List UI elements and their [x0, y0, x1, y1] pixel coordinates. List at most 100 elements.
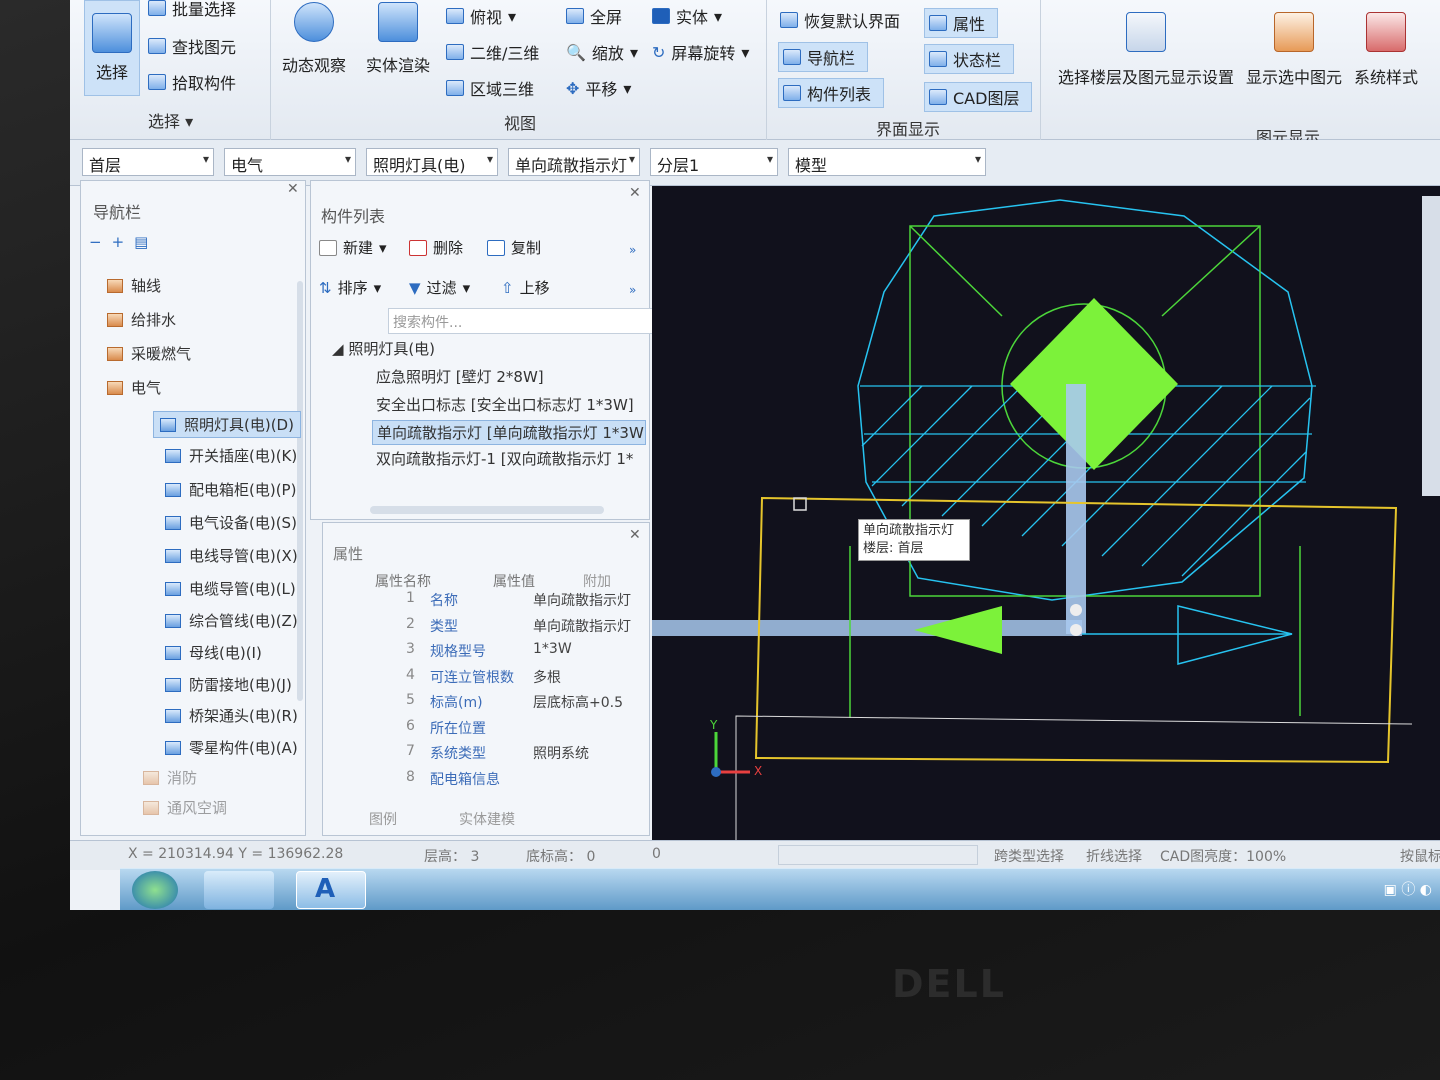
- discipline-select[interactable]: 电气: [224, 148, 356, 176]
- filter-button[interactable]: ▼ 过滤 ▾: [409, 277, 470, 298]
- nav-item[interactable]: 桥架通头(电)(R): [165, 705, 298, 726]
- nav-item[interactable]: 综合管线(电)(Z): [165, 610, 298, 631]
- status-bar-toggle[interactable]: 状态栏: [924, 44, 1015, 74]
- pick-component-button[interactable]: 拾取构件: [148, 70, 236, 94]
- nav-item[interactable]: 消防: [143, 767, 197, 788]
- property-value[interactable]: 多根: [533, 667, 561, 687]
- select-button[interactable]: 选择: [84, 0, 140, 96]
- component-hscrollbar[interactable]: [370, 506, 604, 514]
- taskbar-app-browser-icon[interactable]: [204, 871, 274, 909]
- move-up-button[interactable]: ⇧ 上移: [501, 277, 550, 298]
- component-list-label: 构件列表: [807, 85, 872, 104]
- new-button[interactable]: 新建 ▾: [319, 237, 387, 258]
- nav-item[interactable]: 电气设备(电)(S): [165, 512, 297, 533]
- top-view-button[interactable]: 俯视 ▾: [446, 4, 516, 28]
- region-3d-button[interactable]: 区域三维: [446, 76, 534, 100]
- cad-layer-toggle[interactable]: CAD图层: [924, 82, 1033, 112]
- start-orb-icon[interactable]: [132, 871, 178, 909]
- region-icon: [446, 80, 464, 96]
- delete-button[interactable]: 删除: [409, 237, 463, 258]
- close-icon[interactable]: ✕: [287, 181, 299, 197]
- property-value[interactable]: 单向疏散指示灯: [533, 590, 631, 610]
- copy-label: 复制: [511, 239, 542, 257]
- zoom-button[interactable]: 🔍 缩放 ▾: [566, 40, 638, 64]
- nav-item[interactable]: 电缆导管(电)(L): [165, 578, 296, 599]
- component-list-item[interactable]: 应急照明灯 [壁灯 2*8W]: [376, 366, 544, 387]
- property-value[interactable]: 1*3W: [533, 641, 572, 657]
- nav-item[interactable]: 电线导管(电)(X): [165, 545, 298, 566]
- category-select[interactable]: 照明灯具(电): [366, 148, 498, 176]
- legend-tab[interactable]: 图例: [369, 809, 397, 829]
- component-list-item[interactable]: 双向疏散指示灯-1 [双向疏散指示灯 1*: [376, 448, 633, 469]
- tray-icons[interactable]: ▣ ⓘ ◐: [1384, 879, 1432, 899]
- two-three-d-button[interactable]: 二维/三维: [446, 40, 539, 64]
- axis-y-label: Y: [710, 718, 718, 732]
- screen-rotate-button[interactable]: ↻ 屏幕旋转 ▾: [652, 40, 749, 64]
- sort-button[interactable]: ⇅ 排序 ▾: [319, 277, 381, 298]
- nav-item-icon: [107, 312, 123, 327]
- component-list-item[interactable]: 安全出口标志 [安全出口标志灯 1*3W]: [376, 394, 634, 415]
- pan-button[interactable]: ✥ 平移 ▾: [566, 76, 631, 100]
- property-index: 1: [406, 590, 415, 606]
- close-icon[interactable]: ✕: [629, 185, 641, 201]
- orbit-button[interactable]: 动态观察: [282, 2, 346, 76]
- select-group-label[interactable]: 选择 ▾: [148, 108, 193, 132]
- cross-type-select-toggle[interactable]: 跨类型选择: [994, 846, 1064, 866]
- snap-toolbar[interactable]: [778, 845, 978, 865]
- floor-select[interactable]: 首层: [82, 148, 214, 176]
- system-style-button[interactable]: 系统样式: [1354, 12, 1418, 88]
- property-value[interactable]: 照明系统: [533, 743, 589, 763]
- property-index: 5: [406, 692, 415, 708]
- nav-toolbar-icons[interactable]: −+▤: [89, 233, 158, 251]
- layer-select[interactable]: 分层1: [650, 148, 778, 176]
- highlight-icon: [1274, 12, 1314, 52]
- nav-item-label: 给排水: [131, 311, 177, 329]
- os-taskbar: A ▣ ⓘ ◐: [120, 868, 1440, 910]
- polyline-select-toggle[interactable]: 折线选择: [1086, 846, 1142, 866]
- properties-toggle[interactable]: 属性: [924, 8, 999, 38]
- component-list-toggle[interactable]: 构件列表: [778, 78, 885, 108]
- component-list-item[interactable]: 单向疏散指示灯 [单向疏散指示灯 1*3W: [372, 420, 646, 445]
- nav-item[interactable]: 照明灯具(电)(D): [153, 411, 301, 438]
- nav-scrollbar[interactable]: [297, 281, 303, 701]
- nav-item[interactable]: 防雷接地(电)(J): [165, 674, 292, 695]
- nav-item[interactable]: 通风空调: [143, 797, 227, 818]
- show-selected-button[interactable]: 显示选中图元: [1246, 12, 1342, 88]
- nav-item[interactable]: 配电箱柜(电)(P): [165, 479, 296, 500]
- nav-bar-toggle[interactable]: 导航栏: [778, 42, 869, 72]
- direction-arrow-cyan: [1177, 605, 1293, 665]
- copy-button[interactable]: 复制: [487, 237, 541, 258]
- nav-bar-icon: [783, 49, 801, 65]
- floor-display-settings-button[interactable]: 选择楼层及图元显示设置: [1058, 12, 1234, 88]
- solid-render-button[interactable]: 实体渲染: [366, 2, 430, 76]
- batch-select-button[interactable]: 批量选择: [148, 0, 236, 20]
- nav-item-icon: [165, 708, 181, 723]
- cad-brightness-readout[interactable]: CAD图亮度：100%: [1160, 846, 1286, 866]
- property-value[interactable]: 单向疏散指示灯: [533, 616, 631, 636]
- find-element-button[interactable]: 查找图元: [148, 34, 236, 58]
- nav-item-icon: [165, 515, 181, 530]
- nav-item[interactable]: 给排水: [107, 309, 176, 330]
- component-select[interactable]: 单向疏散指示灯: [508, 148, 640, 176]
- nav-item[interactable]: 采暖燃气: [107, 343, 191, 364]
- solid-model-tab[interactable]: 实体建模: [459, 809, 515, 829]
- fullscreen-button[interactable]: 全屏: [566, 4, 622, 28]
- taskbar-app-active[interactable]: A: [296, 871, 366, 909]
- nav-item[interactable]: 电气: [107, 377, 161, 398]
- nav-item[interactable]: 母线(电)(I): [165, 642, 262, 663]
- more-tools-icon[interactable]: »: [629, 243, 636, 257]
- sort-label: 排序: [337, 279, 368, 297]
- property-value[interactable]: 层底标高+0.5: [533, 692, 623, 712]
- right-tool-rail[interactable]: [1422, 196, 1440, 496]
- close-icon[interactable]: ✕: [629, 527, 641, 543]
- more-tools-icon[interactable]: »: [629, 283, 636, 297]
- mode-select[interactable]: 模型: [788, 148, 986, 176]
- tree-root[interactable]: ◢ 照明灯具(电): [332, 338, 435, 359]
- nav-item[interactable]: 零星构件(电)(A): [165, 737, 298, 758]
- cad-canvas[interactable]: Y X: [652, 186, 1440, 840]
- nav-item[interactable]: 开关插座(电)(K): [165, 445, 297, 466]
- property-name: 标高(m): [430, 695, 483, 711]
- nav-item[interactable]: 轴线: [107, 275, 161, 296]
- restore-default-button[interactable]: 恢复默认界面: [780, 8, 900, 32]
- solid-button[interactable]: 实体 ▾: [652, 4, 722, 28]
